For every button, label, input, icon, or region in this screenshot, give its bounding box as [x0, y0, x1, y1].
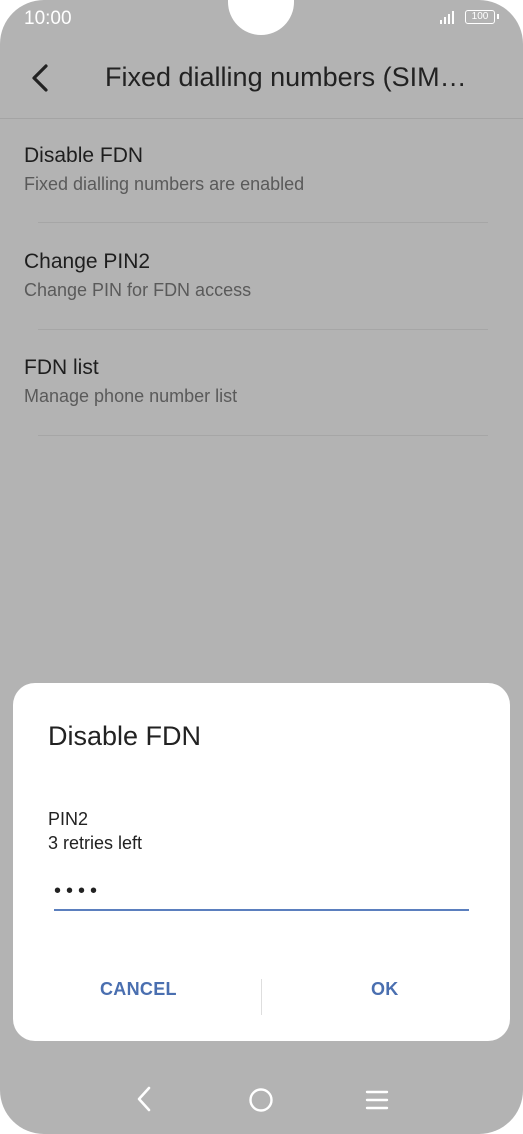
list-item-subtitle: Change PIN for FDN access: [24, 280, 252, 300]
camera-notch: [228, 0, 294, 35]
ok-button[interactable]: OK: [371, 979, 399, 1000]
divider: [38, 435, 488, 436]
back-icon[interactable]: [132, 1084, 156, 1114]
cancel-button[interactable]: CANCEL: [100, 979, 177, 1000]
list-item-subtitle: Manage phone number list: [24, 386, 238, 406]
list-item-title: Change PIN2: [24, 250, 151, 273]
list-item-change-pin2[interactable]: Change PIN2 Change PIN for FDN access: [24, 250, 489, 301]
back-arrow-icon[interactable]: [26, 58, 56, 98]
page-title: Fixed dialling numbers (SIM…: [105, 62, 467, 92]
button-separator: [261, 979, 262, 1015]
list-item-subtitle: Fixed dialling numbers are enabled: [24, 174, 305, 194]
home-icon[interactable]: [248, 1087, 274, 1113]
pin2-label: PIN2: [48, 809, 89, 829]
divider: [38, 222, 488, 223]
list-item-title: FDN list: [24, 356, 99, 379]
list-item-disable-fdn[interactable]: Disable FDN Fixed dialling numbers are e…: [24, 144, 489, 195]
divider: [38, 329, 488, 330]
navigation-bar: [0, 1066, 523, 1134]
app-header: Fixed dialling numbers (SIM…: [0, 40, 523, 119]
phone-screen: 10:00 100 Fixed dialling numbers (SIM… D…: [0, 0, 523, 1134]
dialog-title: Disable FDN: [48, 721, 202, 751]
pin2-input[interactable]: [54, 873, 469, 911]
list-item-title: Disable FDN: [24, 144, 144, 167]
signal-icon: [440, 10, 458, 24]
list-item-fdn-list[interactable]: FDN list Manage phone number list: [24, 356, 489, 407]
disable-fdn-dialog: Disable FDN PIN2 3 retries left CANCEL O…: [13, 683, 510, 1041]
battery-icon: 100: [465, 10, 499, 24]
retries-left-text: 3 retries left: [48, 833, 143, 853]
status-time: 10:00: [24, 8, 72, 29]
menu-icon[interactable]: [364, 1088, 390, 1112]
